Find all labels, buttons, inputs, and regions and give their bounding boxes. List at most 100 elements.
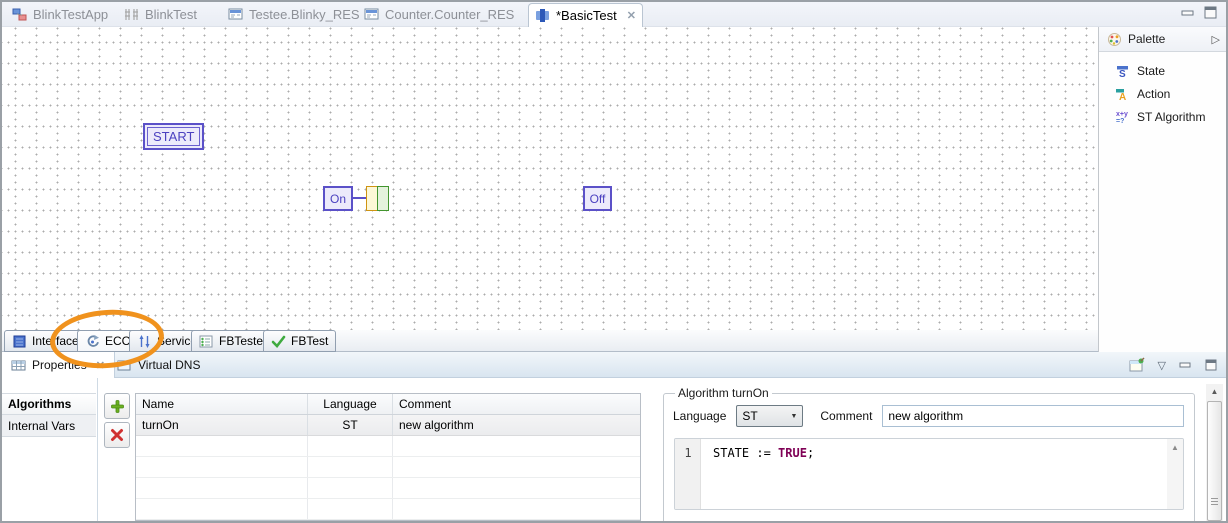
ecc-state-on[interactable]: On (323, 186, 353, 211)
page-tab-label: FBTester (219, 334, 267, 348)
window-icon (117, 358, 132, 373)
tab-testee-blinky-res[interactable]: Testee.Blinky_RES (222, 2, 366, 27)
basic-fb-icon (535, 8, 550, 23)
tab-counter-counter-res[interactable]: Counter.Counter_RES (358, 2, 520, 27)
sidebar-item-internal-vars[interactable]: Internal Vars (2, 415, 96, 437)
scrollbar-thumb[interactable] (1207, 401, 1222, 521)
maximize-button[interactable] (1204, 6, 1218, 20)
scrollbar-grip (1211, 498, 1218, 505)
view-menu-icon[interactable]: ▽ (1158, 359, 1166, 372)
palette-item-label: Action (1137, 87, 1170, 101)
tab-blinktest[interactable]: BlinkTest (118, 2, 203, 27)
svg-text:A: A (1119, 92, 1126, 102)
maximize-icon[interactable] (1205, 359, 1218, 372)
st-code-editor[interactable]: 1 STATE := TRUE; ▲ (674, 438, 1184, 510)
minimize-icon[interactable] (1179, 361, 1192, 370)
svg-text:S: S (1119, 69, 1126, 79)
table-header-row: Name Language Comment (136, 394, 640, 415)
tab-basictest-active[interactable]: *BasicTest ✕ (528, 3, 643, 27)
page-tab-interface[interactable]: Interface (4, 330, 87, 352)
palette-header[interactable]: Palette ▷ (1099, 27, 1226, 52)
action-event-slot[interactable] (377, 186, 389, 211)
page-tab-label: ECC (105, 334, 130, 348)
editor-scrollbar[interactable]: ▲ (1167, 439, 1183, 509)
tab-label: BlinkTestApp (33, 7, 108, 22)
plus-icon (110, 399, 125, 414)
code-line[interactable]: STATE := TRUE; (713, 446, 814, 460)
table-row-empty (136, 457, 640, 478)
language-label: Language (673, 409, 726, 423)
table-row-empty (136, 499, 640, 520)
resource-icon (364, 7, 379, 22)
service-icon (137, 334, 152, 349)
ecc-canvas[interactable]: START On Off (2, 27, 1098, 330)
cell-name[interactable]: turnOn (136, 415, 308, 435)
palette-item-label: ST Algorithm (1137, 110, 1205, 124)
cell-comment[interactable]: new algorithm (393, 415, 640, 435)
page-tab-label: Interface (32, 334, 79, 348)
delete-x-icon (110, 428, 124, 442)
palette-item-action[interactable]: A Action (1099, 82, 1226, 105)
ecc-icon (85, 334, 100, 349)
page-tab-label: FBTest (291, 334, 328, 348)
minimize-button[interactable] (1181, 8, 1195, 18)
resource-icon (228, 7, 243, 22)
state-label: START (147, 127, 200, 146)
editor-tab-bar: BlinkTestApp BlinkTest Testee.Blinky_RES… (2, 2, 1226, 27)
state-label: Off (590, 192, 606, 206)
tab-label: BlinkTest (145, 7, 197, 22)
tab-label: Counter.Counter_RES (385, 7, 514, 22)
application-icon (12, 7, 27, 22)
scroll-up-icon[interactable]: ▲ (1206, 384, 1223, 399)
action-connector (353, 197, 366, 199)
cell-language[interactable]: ST (308, 415, 393, 435)
ecc-state-start[interactable]: START (143, 123, 204, 150)
language-select[interactable]: ST ▼ (736, 405, 803, 427)
sidebar-item-label: Internal Vars (8, 419, 75, 433)
close-icon[interactable]: ✕ (96, 359, 105, 372)
tab-blinktestapp[interactable]: BlinkTestApp (6, 2, 114, 27)
language-selected-value: ST (742, 409, 790, 423)
column-header-name[interactable]: Name (136, 394, 308, 414)
add-algorithm-button[interactable] (104, 393, 130, 419)
collapse-arrow-icon[interactable]: ▷ (1212, 33, 1220, 46)
table-row-empty (136, 436, 640, 457)
column-header-comment[interactable]: Comment (393, 394, 640, 414)
view-tab-virtual-dns[interactable]: Virtual DNS (108, 352, 209, 378)
table-row-turnon[interactable]: turnOn ST new algorithm (136, 415, 640, 436)
svg-text:=?: =? (1116, 118, 1124, 125)
check-icon (271, 334, 286, 349)
palette-item-state[interactable]: S State (1099, 59, 1226, 82)
view-tab-label: Virtual DNS (138, 358, 200, 372)
table-icon (11, 358, 26, 373)
panel-scrollbar[interactable]: ▲ (1206, 384, 1223, 521)
page-tab-fbtest[interactable]: FBTest (263, 330, 336, 352)
sidebar-item-label: Algorithms (8, 397, 71, 411)
app-window: BlinkTestApp BlinkTest Testee.Blinky_RES… (0, 0, 1228, 523)
comment-label: Comment (820, 409, 872, 423)
group-title: Algorithm turnOn (675, 386, 772, 400)
ecc-state-off[interactable]: Off (583, 186, 612, 211)
chevron-down-icon: ▼ (790, 413, 797, 420)
state-label: On (330, 192, 346, 206)
palette-item-label: State (1137, 64, 1165, 78)
delete-algorithm-button[interactable] (104, 422, 130, 448)
palette-title: Palette (1128, 32, 1206, 46)
close-icon[interactable]: ✕ (627, 9, 636, 22)
palette-body: S State A Action x+y=? ST Algorithm (1099, 52, 1226, 128)
view-tab-properties[interactable]: Properties ✕ (2, 352, 115, 378)
open-in-new-window-icon[interactable] (1129, 357, 1145, 373)
sidebar-splitter[interactable] (97, 378, 98, 521)
svg-text:x+y: x+y (1116, 111, 1128, 118)
column-header-language[interactable]: Language (308, 394, 393, 414)
st-algorithm-icon: x+y=? (1115, 109, 1131, 125)
palette-item-st-algorithm[interactable]: x+y=? ST Algorithm (1099, 105, 1226, 128)
ecc-action-on[interactable] (366, 186, 389, 211)
maximize-icon (1204, 6, 1218, 20)
scroll-up-icon: ▲ (1167, 439, 1183, 452)
sidebar-item-algorithms[interactable]: Algorithms (2, 393, 96, 415)
action-icon: A (1115, 86, 1131, 102)
comment-input[interactable] (882, 405, 1184, 427)
state-icon: S (1115, 63, 1131, 79)
palette-icon (1107, 32, 1122, 47)
